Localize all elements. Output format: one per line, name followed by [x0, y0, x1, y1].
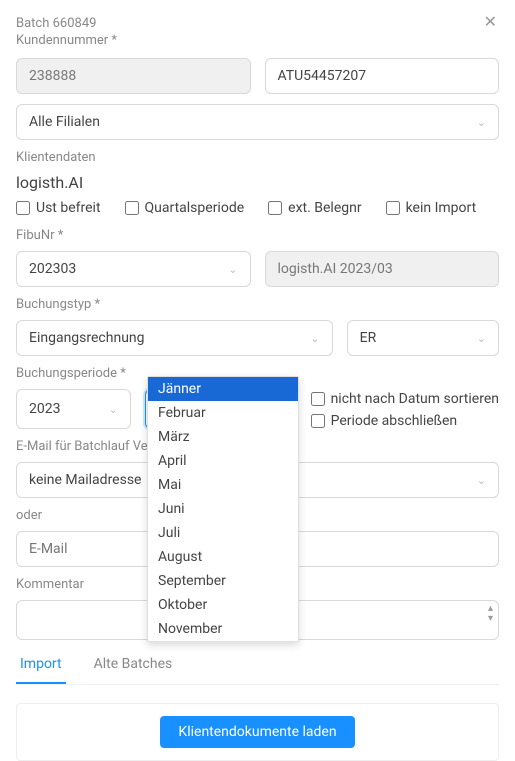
load-documents-button[interactable]: Klientendokumente laden: [160, 716, 354, 748]
buchungstyp-value: Eingangsrechnung: [29, 330, 145, 346]
fibunr-select[interactable]: 202303 ⌄: [16, 251, 251, 287]
chevron-down-icon: ⌄: [109, 403, 118, 416]
month-option[interactable]: März: [148, 425, 298, 449]
chevron-down-icon: ⌄: [310, 332, 319, 345]
month-option[interactable]: Jänner: [148, 377, 298, 401]
fibunr-label: FibuNr *: [16, 228, 499, 243]
kundennummer-input: 238888: [16, 58, 251, 94]
scroll-icon: ▴▾: [488, 604, 493, 624]
klientendaten-value: logisth.AI: [16, 173, 499, 192]
buchungstyp-select[interactable]: Eingangsrechnung ⌄: [16, 320, 333, 356]
filiale-select[interactable]: Alle Filialen ⌄: [16, 104, 499, 140]
uid-input[interactable]: ATU54457207: [265, 58, 500, 94]
fibuname-display: logisth.AI 2023/03: [265, 251, 500, 287]
chevron-down-icon: ⌄: [477, 116, 486, 129]
month-option[interactable]: April: [148, 449, 298, 473]
check-kein-import[interactable]: kein Import: [386, 200, 477, 216]
check-ust-befreit[interactable]: Ust befreit: [16, 200, 101, 216]
month-dropdown: JännerFebruarMärzAprilMaiJuniJuliAugustS…: [147, 376, 299, 642]
year-value: 2023: [29, 401, 60, 417]
month-option[interactable]: Mai: [148, 473, 298, 497]
buchungstyp-code-select[interactable]: ER ⌄: [347, 320, 499, 356]
month-option[interactable]: Juli: [148, 521, 298, 545]
check-quartalsperiode[interactable]: Quartalsperiode: [125, 200, 245, 216]
month-option[interactable]: August: [148, 545, 298, 569]
month-option[interactable]: Juni: [148, 497, 298, 521]
check-nicht-sortieren[interactable]: nicht nach Datum sortieren: [311, 391, 499, 407]
chevron-down-icon: ⌄: [477, 474, 486, 487]
month-option[interactable]: Februar: [148, 401, 298, 425]
batch-header: Batch 660849: [16, 16, 499, 33]
tab-import[interactable]: Import: [16, 650, 66, 684]
buchungstyp-code-value: ER: [360, 330, 377, 346]
buchungstyp-label: Buchungstyp *: [16, 297, 499, 312]
fibunr-value: 202303: [29, 261, 76, 277]
year-select[interactable]: 2023 ⌄: [16, 389, 131, 429]
month-option[interactable]: September: [148, 569, 298, 593]
month-option[interactable]: Oktober: [148, 593, 298, 617]
chevron-down-icon: ⌄: [477, 332, 486, 345]
tab-alte-batches[interactable]: Alte Batches: [90, 650, 177, 684]
kundennummer-label: Kundennummer *: [16, 33, 499, 58]
close-icon[interactable]: ✕: [484, 14, 497, 30]
filiale-value: Alle Filialen: [29, 114, 100, 130]
check-periode-abschliessen[interactable]: Periode abschließen: [311, 413, 499, 429]
klientendaten-label: Klientendaten: [16, 150, 499, 165]
check-ext-belegnr[interactable]: ext. Belegnr: [268, 200, 361, 216]
month-option[interactable]: November: [148, 617, 298, 641]
chevron-down-icon: ⌄: [228, 263, 237, 276]
email-select-value: keine Mailadresse: [29, 472, 142, 488]
